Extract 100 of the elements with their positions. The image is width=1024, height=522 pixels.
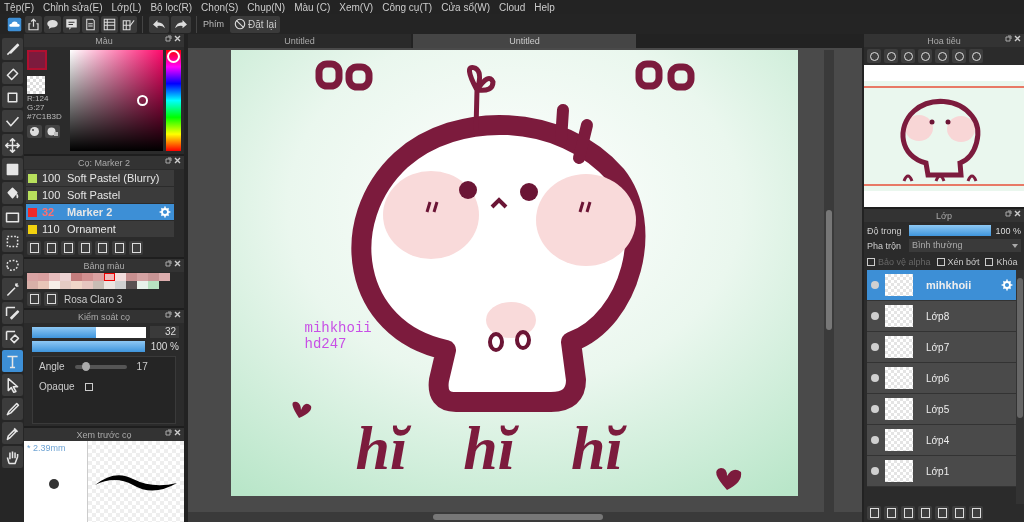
layer-tool-icon[interactable] [918,506,932,520]
menu-item[interactable]: Cloud [499,1,526,13]
hue-slider[interactable] [166,50,181,151]
layer-tool-icon[interactable] [901,506,915,520]
panel-tool-icon[interactable] [78,241,92,255]
size-slider[interactable] [32,326,146,338]
zoom-control-icon[interactable] [884,49,898,63]
visibility-dot-icon[interactable] [871,467,879,475]
palette-swatch[interactable] [49,281,60,289]
brush-item[interactable]: 100 Soft Pastel [26,187,174,204]
drawing-canvas[interactable]: mihkhoii hd247 hĭ hĭ hĭ [230,50,798,496]
palette-swatch[interactable] [159,273,170,281]
settings-icon[interactable] [159,206,171,218]
comment-icon[interactable] [63,15,80,33]
palette-swatch[interactable] [104,273,115,281]
page-icon[interactable] [82,15,99,33]
palette-swatch[interactable] [137,273,148,281]
zoom-control-icon[interactable] [901,49,915,63]
blend-mode-dropdown[interactable]: Bình thường [909,239,1021,252]
opacity-slider[interactable] [32,341,145,352]
tool-button[interactable] [1,86,23,108]
palette-swatch[interactable] [148,281,159,289]
layer-item[interactable]: Lớp7 [867,332,1016,363]
panel-controls-icon[interactable] [165,35,181,42]
palette-swatch[interactable] [27,273,38,281]
palette-icon[interactable] [45,125,60,138]
visibility-dot-icon[interactable] [871,405,879,413]
tool-button[interactable] [1,374,23,396]
layer-tool-icon[interactable] [952,506,966,520]
layer-opacity-slider[interactable] [909,225,992,236]
palette-swatch[interactable] [93,273,104,281]
tool-button[interactable] [1,230,23,252]
zoom-control-icon[interactable] [935,49,949,63]
visibility-dot-icon[interactable] [871,343,879,351]
tool-button[interactable] [1,350,23,372]
tool-button[interactable] [1,206,23,228]
edit-grid-icon[interactable] [120,15,137,33]
undo-icon[interactable] [149,15,169,33]
share-icon[interactable] [25,15,42,33]
panel-tool-icon[interactable] [129,241,143,255]
panel-controls-icon[interactable] [1005,35,1021,42]
panel-tool-icon[interactable] [95,241,109,255]
layer-item[interactable]: Lớp4 [867,425,1016,456]
panel-controls-icon[interactable] [165,260,181,267]
tool-button[interactable] [1,278,23,300]
layer-tool-icon[interactable] [935,506,949,520]
palette-swatch[interactable] [60,273,71,281]
reset-button[interactable]: Đặt lại [230,15,281,33]
palette-swatch[interactable] [93,281,104,289]
palette-swatch[interactable] [82,273,93,281]
menu-item[interactable]: Tệp(F) [4,1,34,13]
layer-tool-icon[interactable] [884,506,898,520]
speech-bubble-icon[interactable] [44,15,61,33]
tool-button[interactable] [1,134,23,156]
panel-controls-icon[interactable] [165,311,181,318]
tool-button[interactable] [1,254,23,276]
panel-tool-icon[interactable] [27,241,41,255]
layer-item[interactable]: Lớp6 [867,363,1016,394]
tool-button[interactable] [1,446,23,468]
palette-swatch[interactable] [49,273,60,281]
palette-swatch[interactable] [126,273,137,281]
tool-button[interactable] [1,398,23,420]
cloud-icon[interactable] [6,15,23,33]
settings-icon[interactable] [1001,279,1013,291]
brush-item[interactable]: 100 Soft Pastel (Blurry) [26,170,174,187]
menu-item[interactable]: Help [534,1,555,13]
zoom-control-icon[interactable] [952,49,966,63]
visibility-dot-icon[interactable] [871,312,879,320]
visibility-dot-icon[interactable] [871,281,879,289]
menu-item[interactable]: Bộ lọc(R) [150,1,193,13]
visibility-dot-icon[interactable] [871,374,879,382]
document-tab[interactable]: Untitled [413,34,636,48]
menu-item[interactable]: Màu (C) [294,1,331,13]
opaque-checkbox[interactable] [84,382,93,391]
tool-button[interactable] [1,158,23,180]
layer-option-checkbox[interactable]: Xén bớt [936,257,980,267]
tool-button[interactable] [1,302,23,324]
palette-swatch[interactable] [115,273,126,281]
palette-swatch[interactable] [60,281,71,289]
document-tab[interactable]: Untitled [188,34,411,48]
tool-button[interactable] [1,326,23,348]
layer-scrollbar[interactable] [1016,270,1024,504]
panel-tool-icon[interactable] [112,241,126,255]
palette-swatch[interactable] [137,281,148,289]
tool-button[interactable] [1,182,23,204]
palette-icon[interactable] [27,125,42,138]
layer-option-checkbox[interactable]: Khóa [985,257,1018,267]
zoom-control-icon[interactable] [969,49,983,63]
palette-swatch[interactable] [148,273,159,281]
tool-button[interactable] [1,62,23,84]
menu-item[interactable]: Chọn(S) [201,1,239,13]
palette-swatch[interactable] [27,281,38,289]
palette-swatch[interactable] [71,281,82,289]
menu-item[interactable]: Chỉnh sửa(E) [43,1,103,13]
menu-item[interactable]: Lớp(L) [111,1,142,13]
horizontal-scrollbar[interactable] [188,512,862,522]
palette-swatch[interactable] [82,281,93,289]
menu-item[interactable]: Chụp(N) [247,1,286,13]
layer-tool-icon[interactable] [969,506,983,520]
panel-controls-icon[interactable] [165,157,181,164]
